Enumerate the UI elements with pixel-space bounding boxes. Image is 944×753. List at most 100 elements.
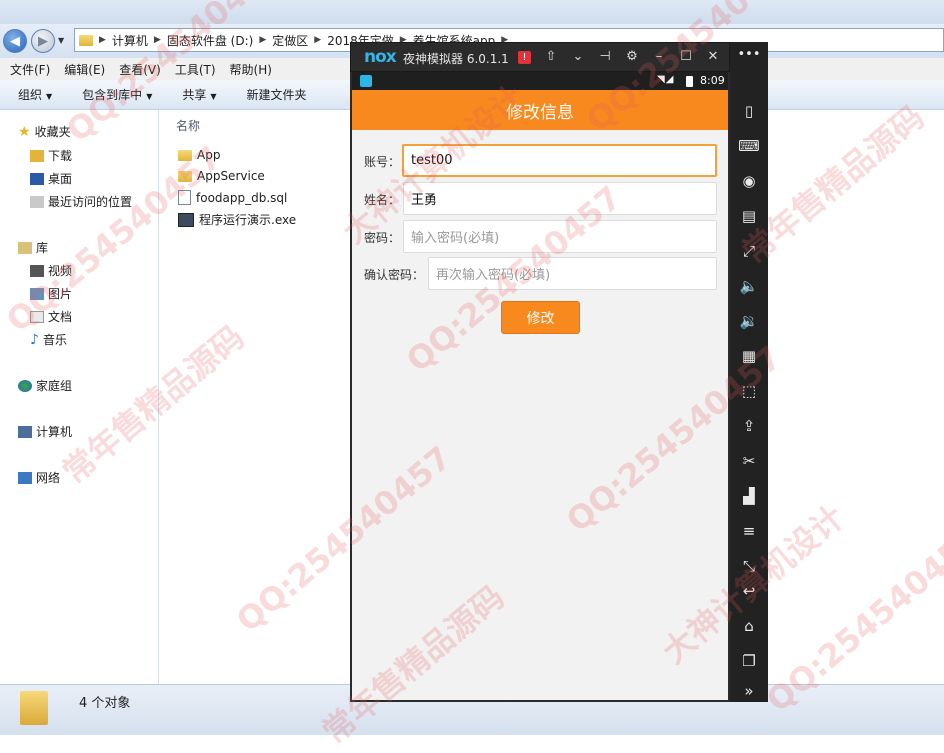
maximize-icon[interactable]: ☐: [677, 49, 695, 64]
downloads-folder-icon: [30, 149, 44, 162]
explorer-title-bar: [0, 0, 944, 24]
app-notification-icon: [360, 75, 372, 87]
pin-icon[interactable]: ⊣: [596, 49, 614, 64]
column-header-name[interactable]: 名称: [176, 117, 200, 134]
password-placeholder: 输入密码(必填): [411, 231, 500, 246]
video-icon: [30, 264, 44, 277]
nav-music[interactable]: ♪ 音乐: [30, 331, 67, 348]
file-item[interactable]: App: [178, 148, 220, 162]
nav-homegroup[interactable]: 家庭组: [18, 377, 72, 394]
home-icon[interactable]: ⌂: [730, 617, 768, 635]
nav-videos[interactable]: 视频: [30, 262, 72, 279]
nav-label: 收藏夹: [34, 125, 71, 139]
minimize-icon[interactable]: –: [650, 49, 668, 64]
history-dropdown-icon[interactable]: ▼: [58, 36, 64, 45]
multi-instance-icon[interactable]: ▟: [730, 487, 768, 505]
volume-up-icon[interactable]: 🔈: [730, 277, 768, 295]
more-icon[interactable]: •••: [730, 47, 768, 62]
computer-icon: [18, 425, 32, 438]
upload-icon[interactable]: ⇧: [542, 49, 560, 64]
nav-libraries[interactable]: 库: [18, 239, 48, 256]
chevron-right-icon[interactable]: ▶: [314, 35, 321, 45]
back-button[interactable]: ◀: [3, 29, 27, 53]
breadcrumb-computer[interactable]: 计算机: [112, 32, 148, 49]
file-item[interactable]: 程序运行演示.exe: [178, 211, 296, 228]
nav-favorites[interactable]: ★ 收藏夹: [18, 123, 71, 140]
modify-button[interactable]: 修改: [501, 301, 580, 334]
nav-label: 家庭组: [36, 379, 73, 393]
screenshot-icon[interactable]: ⬚: [730, 382, 768, 400]
nav-pictures[interactable]: 图片: [30, 285, 72, 302]
nav-computer[interactable]: 计算机: [18, 423, 72, 440]
nav-documents[interactable]: 文档: [30, 308, 72, 325]
clock: 8:09: [700, 74, 725, 87]
new-folder-button[interactable]: 新建文件夹: [247, 86, 307, 103]
shake-icon[interactable]: ▯: [730, 102, 768, 120]
share-button[interactable]: 共享 ▼: [182, 86, 216, 103]
organize-label: 组织: [18, 88, 43, 102]
menu-file[interactable]: 文件(F): [10, 61, 50, 78]
breadcrumb-custom-area[interactable]: 定做区: [272, 32, 308, 49]
chevron-right-icon[interactable]: ▶: [259, 35, 266, 45]
resize-icon[interactable]: ⤡: [730, 557, 768, 575]
menu-tools[interactable]: 工具(T): [175, 61, 216, 78]
organize-button[interactable]: 组织 ▼: [18, 86, 52, 103]
close-icon[interactable]: ✕: [704, 49, 722, 64]
toolbox-icon[interactable]: ▦: [730, 347, 768, 365]
back-icon[interactable]: ↩: [730, 582, 768, 600]
menu-help[interactable]: 帮助(H): [230, 61, 272, 78]
location-icon[interactable]: ◉: [730, 172, 768, 190]
nav-label: 网络: [36, 471, 61, 485]
password-input[interactable]: 输入密码(必填): [403, 220, 717, 253]
collapse-icon[interactable]: »: [730, 682, 768, 700]
account-label: 账号：: [364, 155, 401, 169]
scissors-icon[interactable]: ✂: [730, 452, 768, 470]
android-status-bar: ◥◢ 8:09: [352, 72, 728, 90]
chevron-down-icon[interactable]: ⌄: [569, 49, 587, 64]
file-item[interactable]: AppService: [178, 169, 265, 183]
name-input[interactable]: 王勇: [403, 182, 717, 215]
file-item[interactable]: foodapp_db.sql: [178, 190, 287, 205]
account-input[interactable]: test00: [402, 144, 717, 177]
menu-edit[interactable]: 编辑(E): [64, 61, 105, 78]
chevron-down-icon: ▼: [210, 92, 217, 101]
exe-file-icon: [178, 212, 194, 227]
keyboard-icon[interactable]: ⌨: [730, 137, 768, 155]
nav-label: 视频: [48, 264, 73, 278]
nav-label: 库: [36, 241, 49, 255]
nav-downloads[interactable]: 下载: [30, 147, 72, 164]
nav-recent[interactable]: 最近访问的位置: [30, 193, 132, 210]
nav-label: 计算机: [36, 425, 73, 439]
nav-network[interactable]: 网络: [18, 469, 60, 486]
desktop-icon: [30, 172, 44, 185]
volume-down-icon[interactable]: 🔉: [730, 312, 768, 330]
nav-label: 图片: [48, 287, 73, 301]
gear-icon[interactable]: ⚙: [623, 49, 641, 64]
screen-icon[interactable]: ▤: [730, 207, 768, 225]
chevron-down-icon: ▼: [146, 92, 153, 101]
nav-desktop[interactable]: 桌面: [30, 170, 72, 187]
include-in-library-button[interactable]: 包含到库中 ▼: [82, 86, 152, 103]
fullscreen-icon[interactable]: ⤢: [730, 242, 768, 260]
menu-icon[interactable]: ≡: [730, 522, 768, 540]
forward-button[interactable]: ▶: [31, 29, 55, 53]
apk-install-icon[interactable]: ⇪: [730, 417, 768, 435]
app-title-bar: 修改信息: [352, 90, 728, 130]
recent-apps-icon[interactable]: ❐: [730, 652, 768, 670]
confirm-password-input[interactable]: 再次输入密码(必填): [428, 257, 717, 290]
name-label: 姓名：: [364, 193, 401, 207]
chevron-right-icon[interactable]: ▶: [99, 35, 106, 45]
folder-icon: [178, 170, 192, 182]
nav-label: 桌面: [48, 172, 73, 186]
menu-view[interactable]: 查看(V): [119, 61, 161, 78]
breadcrumb-drive[interactable]: 固态软件盘 (D:): [167, 32, 253, 49]
nav-label: 最近访问的位置: [48, 195, 133, 209]
emulator-title-bar: nox 夜神模拟器 6.0.1.1 ! ⇧ ⌄ ⊣ ⚙ – ☐ ✕: [350, 42, 730, 72]
file-name: 程序运行演示.exe: [199, 213, 297, 227]
picture-icon: [30, 287, 44, 300]
page-title: 修改信息: [506, 102, 574, 123]
account-value: test00: [411, 153, 453, 168]
chevron-right-icon[interactable]: ▶: [154, 35, 161, 45]
folder-icon: [79, 34, 93, 46]
alert-icon[interactable]: !: [518, 51, 531, 64]
